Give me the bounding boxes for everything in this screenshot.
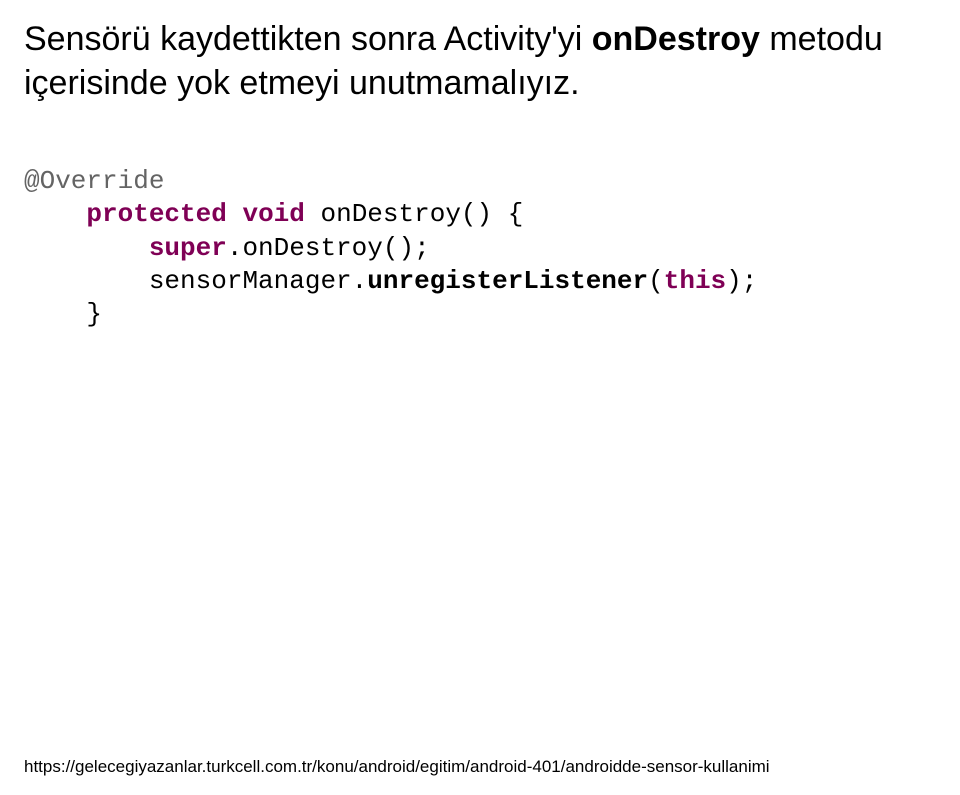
fn-name: onDestroy() { — [305, 199, 523, 229]
close-paren: ); — [726, 266, 757, 296]
code-annotation: @Override — [24, 166, 164, 196]
footer-link: https://gelecegiyazanlar.turkcell.com.tr… — [24, 757, 770, 777]
close-brace: } — [86, 299, 102, 329]
unregister: unregisterListener — [367, 266, 648, 296]
heading-bold: onDestroy — [592, 20, 760, 58]
heading-part1: Sensörü kaydettikten sonra Activity'yi — [24, 20, 592, 58]
kw-protected: protected — [86, 199, 226, 229]
super-call: .onDestroy(); — [227, 233, 430, 263]
code-block: @Override protected void onDestroy() { s… — [24, 165, 936, 331]
kw-super: super — [149, 233, 227, 263]
manager: sensorManager. — [149, 266, 367, 296]
kw-this: this — [664, 266, 726, 296]
kw-void: void — [242, 199, 304, 229]
heading-text: Sensörü kaydettikten sonra Activity'yi o… — [24, 18, 936, 105]
